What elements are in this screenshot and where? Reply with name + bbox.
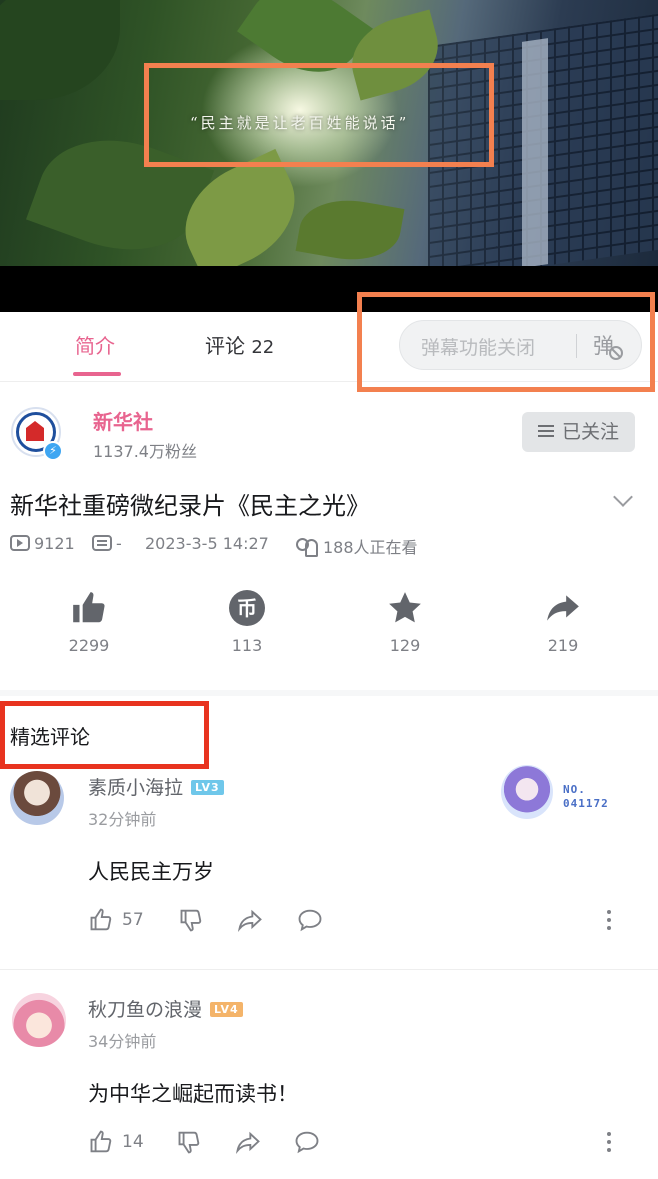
highlight-box-section-title (0, 701, 209, 769)
play-count-value: 9121 (34, 534, 75, 553)
coin-button[interactable]: 币 113 (207, 588, 287, 655)
comment-like-count: 57 (122, 910, 144, 930)
comment-dislike-button[interactable] (176, 1128, 204, 1156)
comment-avatar[interactable] (12, 993, 66, 1047)
people-icon (295, 537, 319, 557)
comment-reply-button[interactable] (296, 906, 324, 934)
danmaku-icon (92, 534, 112, 551)
comment-time: 34分钟前 (88, 1032, 157, 1051)
share-button[interactable]: 219 (523, 588, 603, 655)
comment-username[interactable]: 秋刀鱼の浪漫 LV4 (88, 995, 243, 1022)
leaf-decoration (295, 191, 405, 266)
comment-share-button[interactable] (236, 906, 264, 934)
play-icon (10, 534, 30, 551)
comment-text: 人民民主万岁 (88, 860, 214, 884)
share-icon (523, 588, 603, 628)
chevron-down-icon[interactable] (613, 487, 633, 507)
fan-badge-avatar (501, 765, 553, 819)
comment-divider (0, 969, 658, 970)
favorite-button[interactable]: 129 (365, 588, 445, 655)
watching-count: 188人正在看 (295, 534, 418, 558)
comment-avatar[interactable] (10, 771, 64, 825)
highlight-box-danmaku (357, 292, 655, 392)
level-badge: LV4 (210, 1002, 243, 1017)
fan-badge-number-text: NO. 041172 (563, 783, 609, 810)
comment-like-count: 14 (122, 1132, 144, 1152)
tab-comments-count: 22 (251, 337, 275, 358)
comment-like-button[interactable]: 14 (88, 1128, 144, 1156)
building-pillar-decoration (522, 38, 548, 266)
thumbs-up-outline-icon (90, 1130, 112, 1153)
level-badge: LV3 (191, 780, 224, 795)
share-outline-icon (235, 1131, 260, 1154)
comment-time: 32分钟前 (88, 810, 157, 829)
follow-button-label: 已关注 (561, 421, 619, 443)
tab-intro[interactable]: 简介 (75, 330, 115, 359)
tab-intro-label: 简介 (75, 334, 115, 358)
follow-button[interactable]: 已关注 (522, 412, 635, 452)
uploader-fans-count: 1137.4万粉丝 (93, 442, 197, 461)
tab-comments-label: 评论 (205, 334, 245, 358)
comment-share-button[interactable] (234, 1128, 262, 1156)
leaf-decoration (0, 0, 120, 100)
coin-icon: 币 (229, 590, 265, 626)
star-icon (365, 588, 445, 628)
video-title: 新华社重磅微纪录片《民主之光》 (10, 492, 370, 520)
danmaku-count: - (92, 534, 122, 553)
chat-bubble-icon (295, 1131, 319, 1154)
fan-badge-number: NO. 041172 (563, 783, 609, 811)
like-count: 2299 (68, 636, 110, 655)
comment-text: 为中华之崛起而读书！ (88, 1082, 298, 1106)
comment-username-text: 秋刀鱼の浪漫 (88, 999, 203, 1021)
comment-dislike-button[interactable] (178, 906, 206, 934)
tab-active-indicator (73, 372, 121, 376)
thumbs-up-icon (49, 588, 129, 628)
section-divider (0, 690, 658, 696)
thumbs-up-outline-icon (90, 908, 112, 931)
tab-comments[interactable]: 评论 22 (205, 330, 274, 359)
favorite-count: 129 (389, 636, 421, 655)
thumbs-down-outline-icon (180, 909, 202, 932)
more-icon[interactable] (607, 910, 611, 914)
comment-actions: 14 (88, 1128, 628, 1162)
like-button[interactable]: 2299 (49, 588, 129, 655)
chat-bubble-icon (298, 909, 322, 932)
highlight-box-quote (144, 63, 494, 167)
comment-actions: 57 (88, 906, 628, 940)
play-count: 9121 (10, 534, 75, 553)
more-icon[interactable] (607, 1132, 611, 1136)
comment-username-text: 素质小海拉 (88, 777, 184, 799)
comment-reply-button[interactable] (293, 1128, 321, 1156)
uploader-name[interactable]: 新华社 (93, 406, 153, 435)
publish-date: 2023-3-5 14:27 (145, 534, 269, 553)
fan-badge: NO. 041172 (497, 763, 617, 821)
thumbs-down-outline-icon (178, 1131, 200, 1154)
watching-count-value: 188人正在看 (323, 538, 418, 557)
share-count: 219 (547, 636, 579, 655)
danmaku-count-value: - (116, 534, 122, 553)
coin-count: 113 (231, 636, 263, 655)
comment-username[interactable]: 素质小海拉 LV3 (88, 773, 224, 800)
menu-icon (537, 424, 554, 437)
verified-icon: ⚡ (43, 441, 63, 461)
comment-like-button[interactable]: 57 (88, 906, 144, 934)
share-outline-icon (237, 909, 262, 932)
